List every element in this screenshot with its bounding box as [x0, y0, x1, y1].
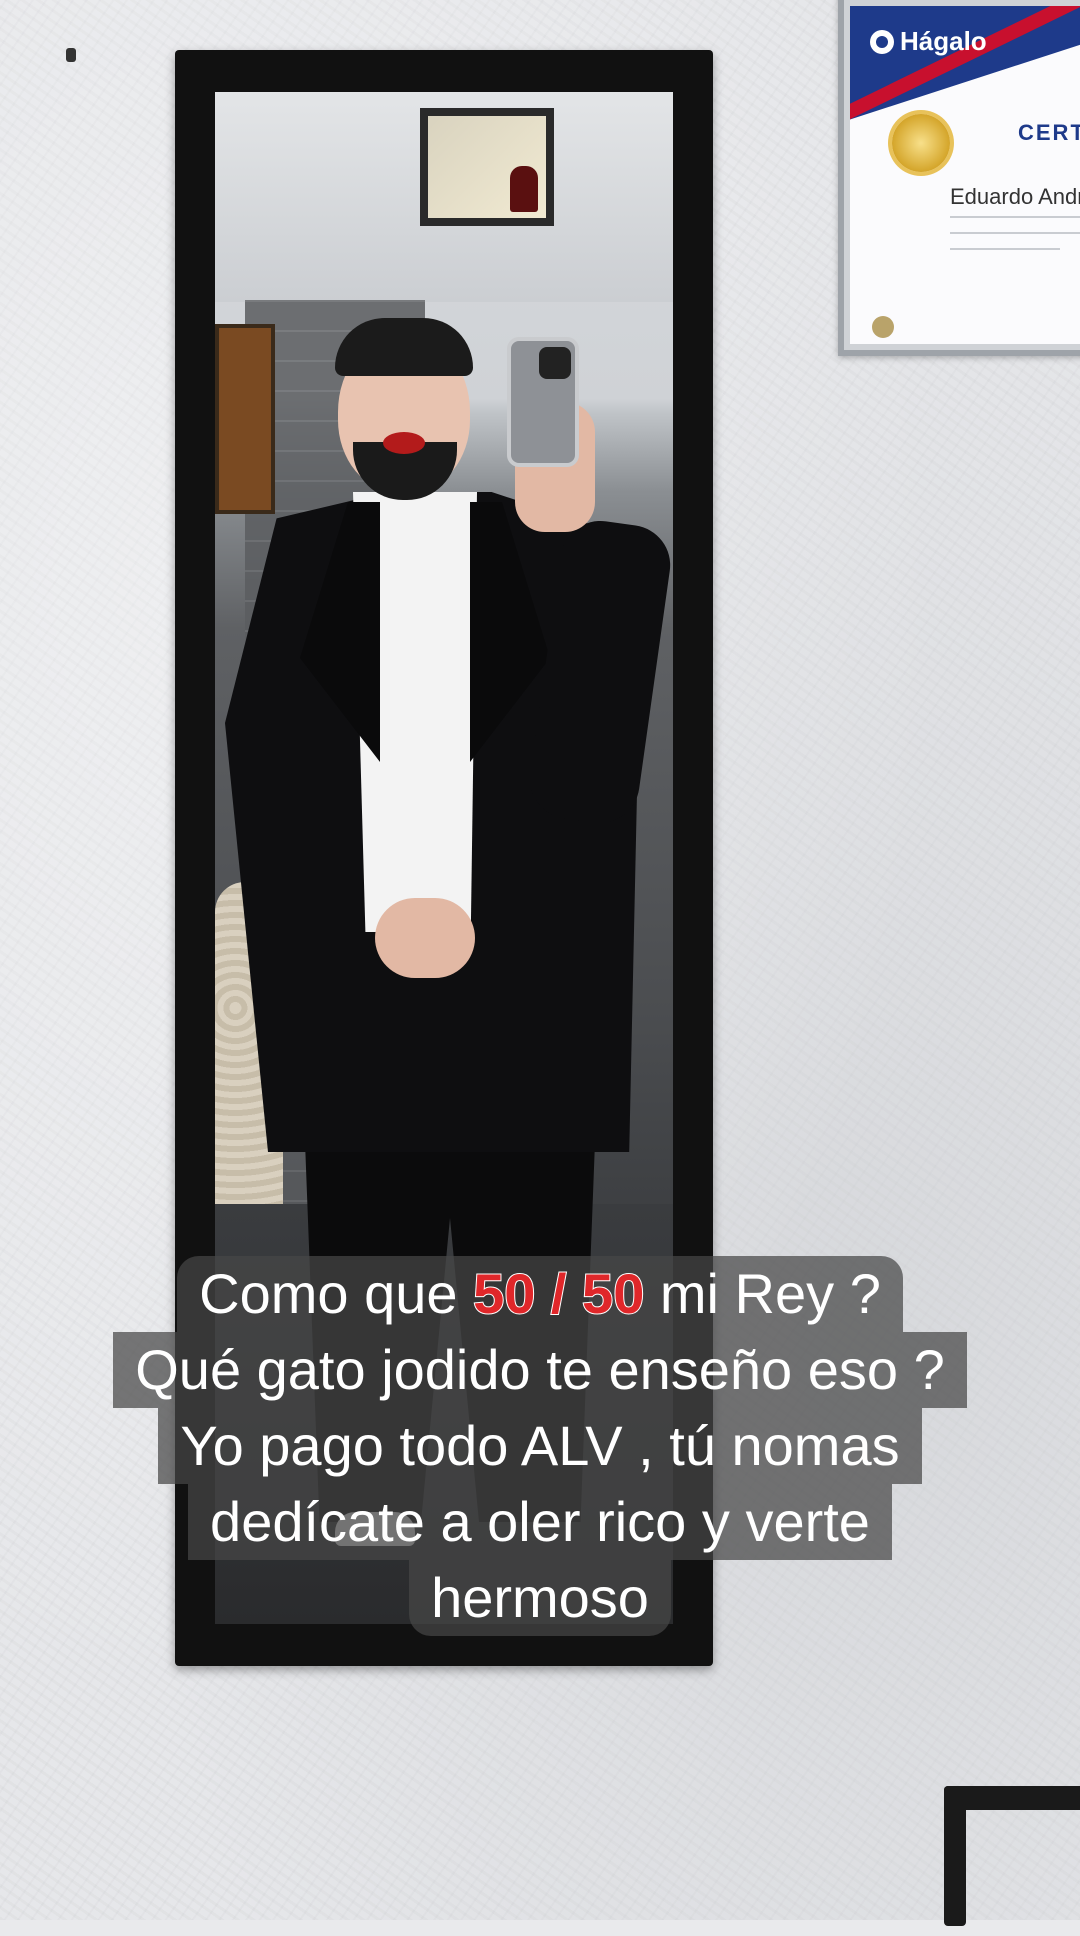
caption-line-4: dedícate a oler rico y verte	[188, 1484, 892, 1560]
certificate-fine-print	[950, 248, 1060, 250]
wall-nail	[66, 48, 76, 62]
caption-line-1: Como que 50 / 50 mi Rey ?	[177, 1256, 903, 1332]
framed-certificate: Hágalo CERTI Eduardo Andre	[838, 0, 1080, 356]
caption-line-2: Qué gato jodido te enseño eso ?	[113, 1332, 967, 1408]
video-caption: Como que 50 / 50 mi Rey ? Qué gato jodid…	[0, 1256, 1080, 1636]
chair-top-rail	[944, 1786, 1080, 1810]
black-chair	[944, 1786, 1080, 1936]
caption-line-1-end: mi Rey ?	[644, 1262, 881, 1325]
caption-highlight: 50 / 50	[472, 1261, 645, 1326]
certificate-recipient-name: Eduardo Andre	[950, 184, 1080, 209]
certificate-blue-band	[850, 6, 1080, 126]
certificate-logo: Hágalo	[870, 26, 987, 57]
certificate-seal-icon	[872, 316, 894, 338]
certificate-logo-text: Hágalo	[900, 26, 987, 56]
certificate-title: CERTI	[1018, 120, 1080, 145]
phone-camera-icon	[539, 347, 571, 379]
person-hand	[375, 898, 475, 978]
certificate-fine-print	[950, 216, 1080, 218]
certificate-fine-print	[950, 232, 1080, 234]
logo-mark-icon	[870, 29, 894, 54]
person-hair	[335, 318, 473, 376]
caption-line-1-start: Como que	[199, 1262, 474, 1325]
smartphone-icon	[507, 337, 579, 467]
caption-line-5: hermoso	[409, 1560, 671, 1636]
gold-medal-icon	[892, 114, 950, 172]
person-lips	[383, 432, 425, 454]
caption-line-3: Yo pago todo ALV , tú nomas	[158, 1408, 922, 1484]
certificate-paper: Hágalo CERTI Eduardo Andre	[850, 6, 1080, 344]
